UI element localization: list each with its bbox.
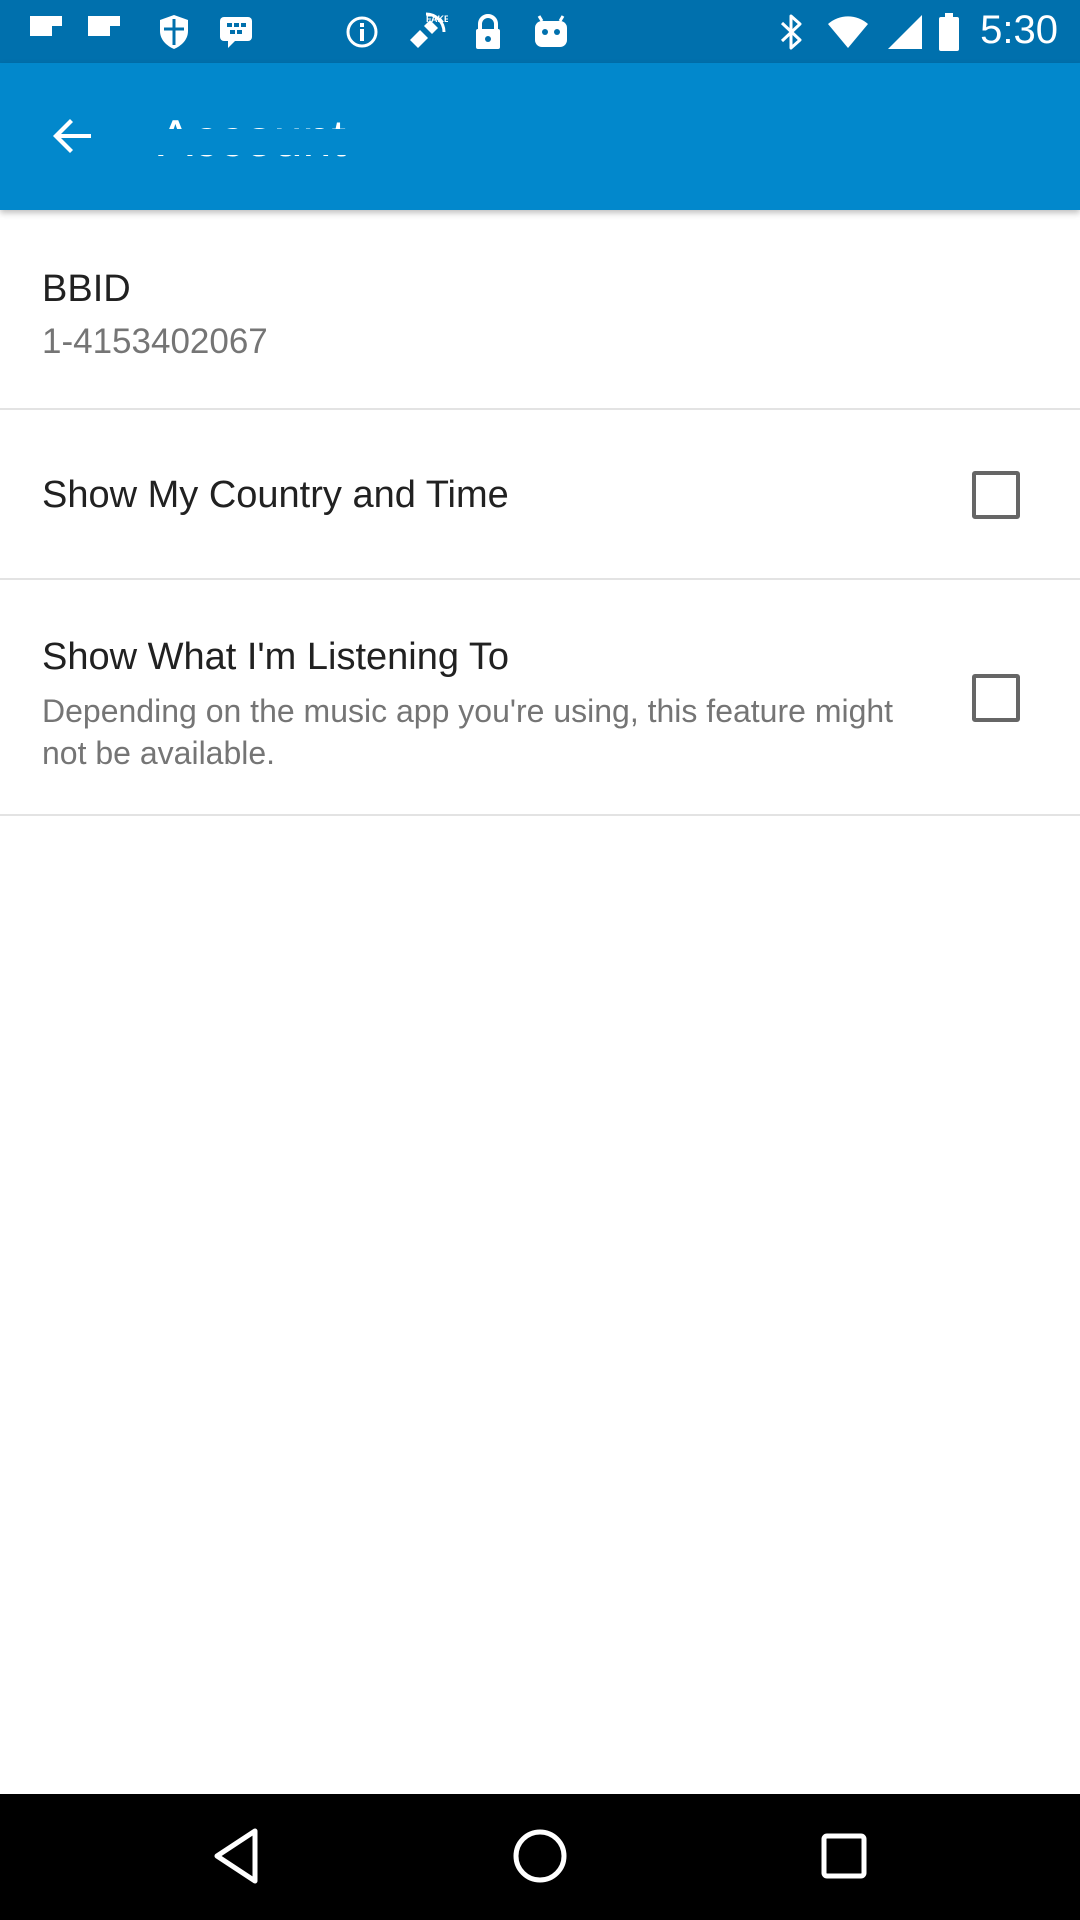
status-time: 5:30 [980, 8, 1058, 52]
flipboard-icon [80, 12, 128, 52]
setting-show-country-time[interactable]: Show My Country and Time [0, 410, 1080, 580]
setting-show-listening[interactable]: Show What I'm Listening To Depending on … [0, 580, 1080, 816]
back-triangle-icon [211, 1827, 261, 1890]
shield-icon [150, 12, 198, 52]
settings-list: BBID 1-4153402067 Show My Country and Ti… [0, 210, 1080, 816]
setting-label: Show What I'm Listening To [42, 636, 510, 678]
recents-square-icon [820, 1832, 868, 1885]
bbid-section: BBID 1-4153402067 [0, 210, 1080, 410]
bbid-value: 1-4153402067 [42, 322, 268, 361]
home-circle-icon [512, 1828, 568, 1889]
status-bar: FAKE 5:30 [0, 0, 1080, 63]
bbid-label: BBID [42, 268, 131, 310]
setting-description: Depending on the music app you're using,… [42, 693, 894, 771]
bluetooth-icon [772, 12, 810, 52]
battery-icon [936, 12, 962, 52]
nav-home-button[interactable] [508, 1826, 572, 1890]
nav-recents-button[interactable] [812, 1826, 876, 1890]
wifi-icon [824, 12, 872, 52]
setting-label: Show My Country and Time [42, 474, 509, 516]
svg-text:FAKE: FAKE [426, 14, 448, 24]
navigation-bar [0, 1794, 1080, 1920]
fake-gps-icon: FAKE [402, 12, 450, 52]
signal-icon [884, 12, 926, 52]
android-icon [530, 12, 572, 52]
back-button[interactable] [38, 103, 108, 173]
flipboard-icon [22, 12, 70, 52]
nav-back-button[interactable] [204, 1826, 268, 1890]
arrow-back-icon [51, 114, 95, 163]
info-icon [342, 12, 382, 52]
show-listening-checkbox[interactable] [972, 674, 1020, 722]
show-country-time-checkbox[interactable] [972, 471, 1020, 519]
lock-icon [468, 12, 508, 52]
blackberry-messenger-icon [212, 12, 260, 52]
title-overlay [150, 129, 570, 155]
app-bar: Account [0, 63, 1080, 210]
